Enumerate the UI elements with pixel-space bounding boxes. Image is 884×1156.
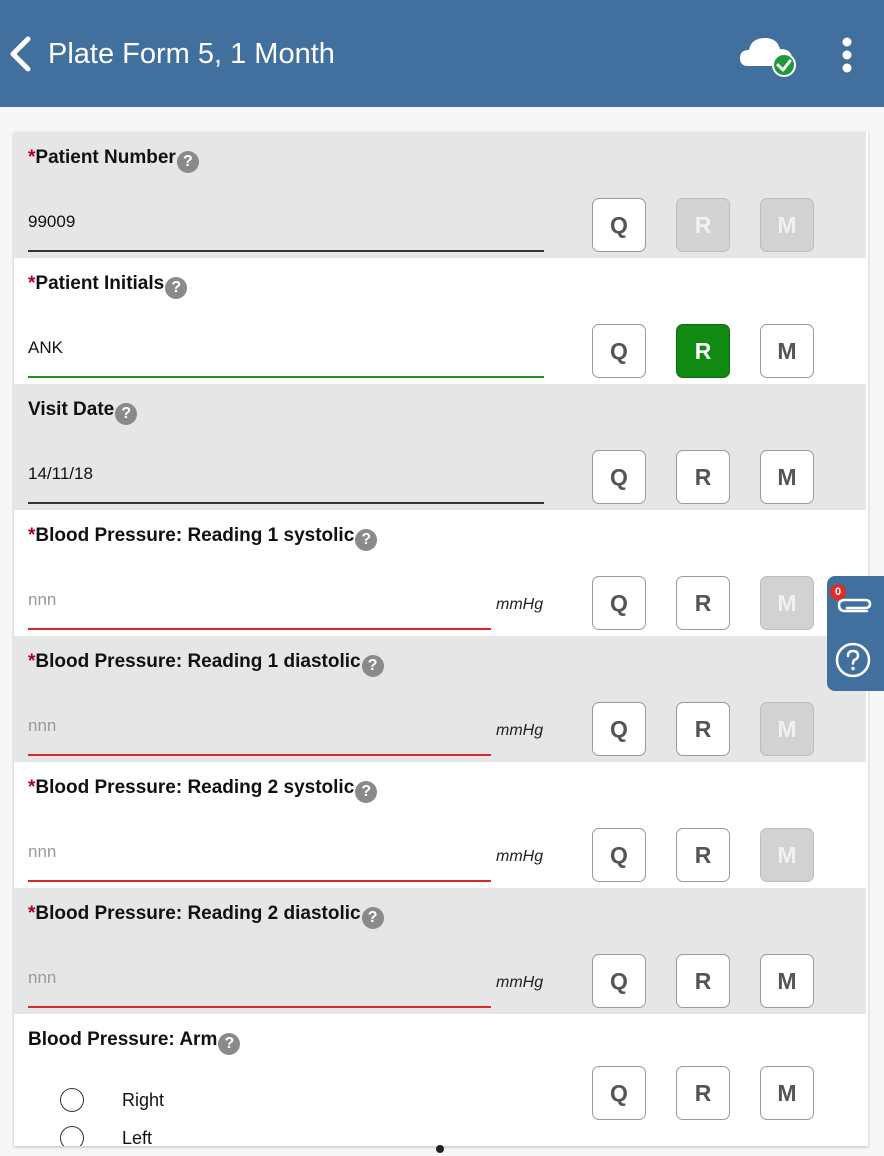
unit-label: mmHg <box>496 974 544 991</box>
field-label: *Blood Pressure: Reading 2 diastolic? <box>28 903 384 929</box>
app-header: Plate Form 5, 1 Month <box>0 0 884 107</box>
reason-button[interactable]: R <box>676 450 730 504</box>
field-label-text: Patient Number <box>35 147 176 168</box>
help-icon[interactable]: ? <box>361 907 384 929</box>
help-icon[interactable]: ? <box>165 277 188 299</box>
unit-label: mmHg <box>496 722 544 739</box>
field-label-text: Blood Pressure: Reading 2 diastolic <box>35 903 361 924</box>
query-button[interactable]: Q <box>592 702 646 756</box>
field-label-text: Blood Pressure: Reading 2 systolic <box>35 777 355 798</box>
reason-button[interactable]: R <box>676 1066 730 1120</box>
field-label: *Patient Initials? <box>28 273 188 299</box>
help-icon[interactable]: ? <box>176 151 199 173</box>
chevron-left-icon[interactable] <box>8 36 34 72</box>
field-label-text: Patient Initials <box>35 273 165 294</box>
bp-reading2-systolic-input[interactable]: nnn <box>28 836 491 882</box>
field-label-text: Blood Pressure: Reading 1 systolic <box>35 525 355 546</box>
patient-initials-input[interactable]: ANK <box>28 332 544 378</box>
field-bp-reading2-systolic: *Blood Pressure: Reading 2 systolic? nnn… <box>14 762 866 888</box>
field-label-text: Blood Pressure: Reading 1 diastolic <box>35 651 361 672</box>
bp-reading2-diastolic-input[interactable]: nnn <box>28 962 491 1008</box>
patient-number-input[interactable]: 99009 <box>28 206 544 252</box>
radio-circle[interactable] <box>60 1088 84 1112</box>
input-placeholder: nnn <box>28 716 57 735</box>
query-button[interactable]: Q <box>592 324 646 378</box>
field-bp-reading1-diastolic: *Blood Pressure: Reading 1 diastolic? nn… <box>14 636 866 762</box>
attachments-count-badge: 0 <box>830 584 846 600</box>
reason-button[interactable]: R <box>676 198 730 252</box>
missing-button[interactable]: M <box>760 198 814 252</box>
field-label-text: Blood Pressure: Arm <box>28 1029 218 1050</box>
query-button[interactable]: Q <box>592 450 646 504</box>
query-button[interactable]: Q <box>592 1066 646 1120</box>
unit-label: mmHg <box>496 596 544 613</box>
scroll-indicator <box>436 1145 444 1153</box>
field-label: *Blood Pressure: Reading 1 diastolic? <box>28 651 384 677</box>
missing-button[interactable]: M <box>760 702 814 756</box>
field-label: *Patient Number? <box>28 147 199 173</box>
query-button[interactable]: Q <box>592 954 646 1008</box>
side-tools-panel: 0 <box>827 576 884 691</box>
field-visit-date: Visit Date? 14/11/18 Q R M <box>14 384 866 510</box>
more-vertical-icon[interactable] <box>836 36 858 74</box>
field-bp-reading2-diastolic: *Blood Pressure: Reading 2 diastolic? nn… <box>14 888 866 1014</box>
help-icon[interactable]: ? <box>355 781 378 803</box>
missing-button[interactable]: M <box>760 576 814 630</box>
visit-date-input[interactable]: 14/11/18 <box>28 458 544 504</box>
radio-circle[interactable] <box>60 1126 84 1146</box>
bp-reading1-systolic-input[interactable]: nnn <box>28 584 491 630</box>
missing-button[interactable]: M <box>760 1066 814 1120</box>
field-bp-reading1-systolic: *Blood Pressure: Reading 1 systolic? nnn… <box>14 510 866 636</box>
missing-button[interactable]: M <box>760 954 814 1008</box>
missing-button[interactable]: M <box>760 324 814 378</box>
query-button[interactable]: Q <box>592 198 646 252</box>
missing-button[interactable]: M <box>760 828 814 882</box>
input-value: ANK <box>28 338 63 357</box>
input-value: 99009 <box>28 212 76 231</box>
help-icon[interactable]: ? <box>355 529 378 551</box>
field-bp-arm: Blood Pressure: Arm? Right Left Q R M <box>14 1014 866 1146</box>
field-label: *Blood Pressure: Reading 2 systolic? <box>28 777 378 803</box>
help-icon[interactable]: ? <box>361 655 384 677</box>
radio-label: Right <box>122 1090 165 1110</box>
input-placeholder: nnn <box>28 968 57 987</box>
form-card: *Patient Number? 99009 Q R M *Patient In… <box>14 132 868 1146</box>
reason-button[interactable]: R <box>676 576 730 630</box>
help-circle-icon[interactable] <box>835 642 871 678</box>
field-label: *Blood Pressure: Reading 1 systolic? <box>28 525 378 551</box>
input-placeholder: nnn <box>28 842 57 861</box>
missing-button[interactable]: M <box>760 450 814 504</box>
cloud-check-icon[interactable] <box>738 32 800 78</box>
help-icon[interactable]: ? <box>115 403 138 425</box>
query-button[interactable]: Q <box>592 828 646 882</box>
field-label-text: Visit Date <box>28 399 115 420</box>
reason-button[interactable]: R <box>676 954 730 1008</box>
bp-reading1-diastolic-input[interactable]: nnn <box>28 710 491 756</box>
page-title: Plate Form 5, 1 Month <box>48 38 335 70</box>
input-value: 14/11/18 <box>28 464 93 483</box>
query-button[interactable]: Q <box>592 576 646 630</box>
unit-label: mmHg <box>496 848 544 865</box>
input-placeholder: nnn <box>28 590 57 609</box>
field-label: Blood Pressure: Arm? <box>28 1029 241 1055</box>
reason-button[interactable]: R <box>676 828 730 882</box>
radio-label: Left <box>122 1128 153 1146</box>
reason-button[interactable]: R <box>676 324 730 378</box>
field-patient-number: *Patient Number? 99009 Q R M <box>14 132 866 258</box>
field-patient-initials: *Patient Initials? ANK Q R M <box>14 258 866 384</box>
help-icon[interactable]: ? <box>218 1033 241 1055</box>
reason-button[interactable]: R <box>676 702 730 756</box>
field-label: Visit Date? <box>28 399 138 425</box>
